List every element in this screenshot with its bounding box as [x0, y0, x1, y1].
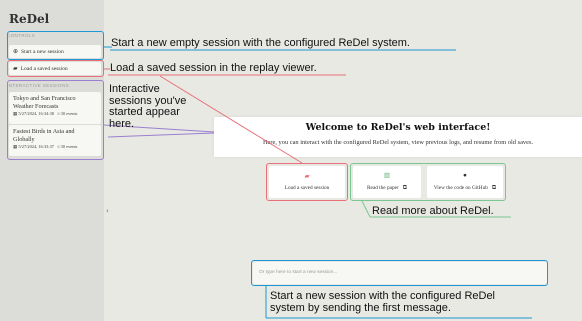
links-highlight	[350, 163, 506, 201]
load-card-highlight	[266, 163, 348, 201]
new-session-annotation: Start a new session with the configured …	[270, 290, 496, 314]
start-session-highlight	[7, 31, 104, 60]
welcome-card: Welcome to ReDel's web interface! Here, …	[214, 117, 582, 157]
interactive-annotation-line: here.	[109, 117, 135, 130]
new-session-annotation-line: system by sending the first message.	[270, 301, 451, 314]
new-session-annotation-line: Start a new session with the configured …	[270, 290, 496, 302]
chevron-left-icon[interactable]: ‹	[106, 207, 109, 215]
load-session-annotation: Load a saved session in the replay viewe…	[110, 62, 317, 74]
welcome-title: Welcome to ReDel's web interface!	[305, 122, 491, 133]
chat-input-highlight	[251, 260, 548, 286]
interactive-sessions-highlight	[7, 80, 104, 160]
welcome-subtitle: Here, you can interact with the configur…	[262, 139, 534, 146]
interactive-sessions-annotation: Interactive sessions you've started appe…	[109, 83, 186, 130]
start-session-annotation: Start a new empty session with the confi…	[111, 37, 410, 49]
read-more-annotation: Read more about ReDel.	[372, 205, 494, 217]
load-session-highlight	[7, 60, 104, 77]
app-title: ReDel	[9, 12, 50, 26]
interactive-annotation-line: started appear	[109, 106, 180, 118]
interactive-annotation-line: Interactive	[109, 83, 160, 95]
